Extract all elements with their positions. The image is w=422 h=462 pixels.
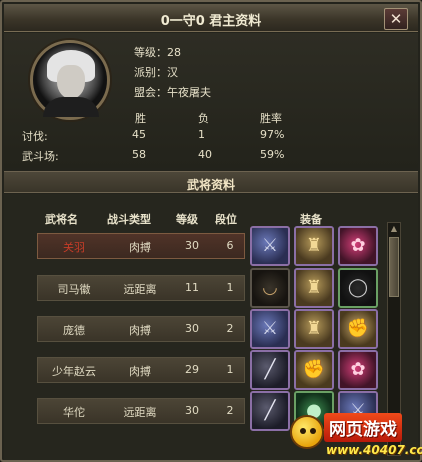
stats-label-arena: 武斗场: <box>22 150 59 163</box>
general-rank: 2 <box>226 322 234 335</box>
general-name: 少年赵云 <box>52 365 96 378</box>
equip-slot[interactable]: ♜ <box>294 268 334 308</box>
necklace-icon: ◡ <box>252 270 288 306</box>
watermark-url: www.40407.com <box>326 443 422 457</box>
stats-crusade-loss: 1 <box>198 128 205 141</box>
scroll-thumb[interactable] <box>389 237 399 297</box>
column-header-type: 战斗类型 <box>107 213 151 226</box>
site-watermark: 网页游戏 www.40407.com <box>290 407 422 462</box>
stats-header-rate: 胜率 <box>260 112 282 125</box>
equip-slot[interactable]: ⚔ <box>250 309 290 349</box>
close-button[interactable]: ✕ <box>384 8 408 30</box>
scroll-up-icon[interactable]: ▲ <box>388 223 400 235</box>
gauntlet-icon: ✊ <box>340 311 376 347</box>
lord-faction: 派别：汉 <box>134 66 178 79</box>
stats-header-loss: 负 <box>198 112 209 125</box>
generals-section-header: 武将资料 <box>4 171 418 193</box>
general-row[interactable]: 少年赵云 肉搏 29 1 <box>37 357 245 383</box>
equip-slot[interactable]: ♜ <box>294 226 334 266</box>
general-level: 30 <box>185 322 199 335</box>
stats-crusade-win: 45 <box>132 128 146 141</box>
general-type: 肉搏 <box>129 324 151 337</box>
close-icon: ✕ <box>389 10 403 28</box>
general-rank: 1 <box>226 281 234 294</box>
stats-header-win: 胜 <box>135 112 146 125</box>
general-type: 肉搏 <box>129 241 151 254</box>
general-row[interactable]: 司马徽 远距离 11 1 <box>37 275 245 301</box>
equip-slot[interactable]: ✊ <box>338 309 378 349</box>
general-type: 远距离 <box>123 406 157 419</box>
column-header-equipment: 装备 <box>300 213 322 226</box>
general-name: 华佗 <box>63 406 85 419</box>
spear-icon: ╱ <box>252 393 288 429</box>
column-header-level: 等级 <box>176 213 198 226</box>
title-bar: 0一守0 君主资料 ✕ <box>4 4 418 32</box>
ring-icon: ◯ <box>340 270 376 306</box>
rose-icon: ✿ <box>340 352 376 388</box>
equip-slot[interactable]: ╱ <box>250 350 290 390</box>
general-rank: 2 <box>226 404 234 417</box>
general-rank: 1 <box>226 363 234 376</box>
watermark-title: 网页游戏 <box>324 413 402 442</box>
stats-arena-win: 58 <box>132 148 146 161</box>
lord-profile: 等级：28 派别：汉 盟会：午夜屠夫 胜 负 胜率 讨伐: 45 1 97% 武… <box>4 33 418 168</box>
column-header-name: 武将名 <box>45 213 78 226</box>
general-name: 关羽 <box>63 241 85 254</box>
general-row[interactable]: 华佗 远距离 30 2 <box>37 398 245 424</box>
generals-section-title: 武将资料 <box>186 178 235 192</box>
spear-icon: ╱ <box>252 352 288 388</box>
general-level: 29 <box>185 363 199 376</box>
equip-slot[interactable]: ◡ <box>250 268 290 308</box>
rose-icon: ✿ <box>340 228 376 264</box>
stats-label-crusade: 讨伐: <box>22 130 48 143</box>
equip-slot[interactable]: ╱ <box>250 391 290 431</box>
general-name: 庞德 <box>63 324 85 337</box>
gauntlet-icon: ✊ <box>296 352 332 388</box>
general-level: 30 <box>185 404 199 417</box>
lord-level: 等级：28 <box>134 46 181 59</box>
general-name: 司马徽 <box>57 283 91 296</box>
general-row[interactable]: 庞德 肉搏 30 2 <box>37 316 245 342</box>
equip-slot[interactable]: ⚔ <box>250 226 290 266</box>
stats-crusade-rate: 97% <box>260 128 285 141</box>
equip-slot[interactable]: ✿ <box>338 350 378 390</box>
equip-slot[interactable]: ♜ <box>294 309 334 349</box>
blade-icon: ⚔ <box>252 228 288 264</box>
equip-slot[interactable]: ✊ <box>294 350 334 390</box>
general-rank: 6 <box>226 239 234 252</box>
general-type: 肉搏 <box>129 365 151 378</box>
lord-alliance: 盟会：午夜屠夫 <box>134 86 211 99</box>
lord-info-window: 0一守0 君主资料 ✕ 等级：28 派别：汉 盟会：午夜屠夫 胜 负 胜率 讨伐… <box>0 0 422 462</box>
lord-portrait <box>30 40 110 120</box>
equip-slot[interactable]: ✿ <box>338 226 378 266</box>
armor-icon: ♜ <box>296 311 332 347</box>
general-row[interactable]: 关羽 肉搏 30 6 <box>37 233 245 259</box>
general-level: 11 <box>185 281 199 294</box>
armor-icon: ♜ <box>296 228 332 264</box>
general-level: 30 <box>185 239 199 252</box>
armor-icon: ♜ <box>296 270 332 306</box>
general-type: 远距离 <box>123 283 157 296</box>
equip-slot[interactable]: ◯ <box>338 268 378 308</box>
stats-arena-loss: 40 <box>198 148 212 161</box>
blade-icon: ⚔ <box>252 311 288 347</box>
window-title: 0一守0 君主资料 <box>160 14 262 29</box>
column-header-rank: 段位 <box>215 213 237 226</box>
stats-arena-rate: 59% <box>260 148 285 161</box>
mascot-logo-icon <box>290 415 324 449</box>
